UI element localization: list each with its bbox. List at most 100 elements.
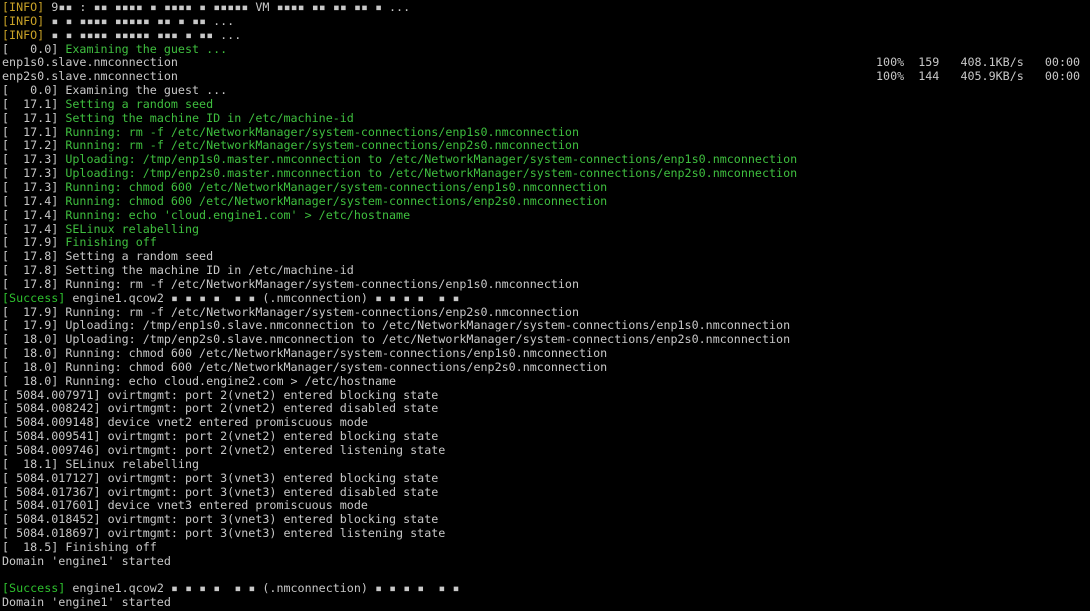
timestamp: [ 5084.009148] — [2, 415, 108, 430]
terminal-line: [ 17.9] Running: rm -f /etc/NetworkManag… — [2, 304, 1090, 320]
terminal-line: [INFO] 9▪▪ : ▪▪ ▪▪▪▪ ▪ ▪▪▪▪ ▪ ▪▪▪▪▪ VM ▪… — [2, 0, 1090, 15]
terminal-line: [ 17.4] Running: echo 'cloud.engine1.com… — [2, 207, 1090, 223]
log-message: Uploading: /tmp/enp2s0.slave.nmconnectio… — [65, 332, 791, 347]
terminal-line: [ 5084.008242] ovirtmgmt: port 2(vnet2) … — [2, 402, 1090, 416]
timestamp: [ 17.3] — [2, 166, 66, 181]
log-message: Uploading: /tmp/enp2s0.master.nmconnecti… — [65, 166, 798, 181]
log-message: device vnet2 entered promiscuous mode — [107, 415, 368, 430]
log-message: Finishing off — [65, 539, 157, 554]
timestamp: [ 17.1] — [2, 96, 66, 111]
timestamp: [ 5084.008242] — [2, 401, 108, 416]
terminal-line: [ 5084.009148] device vnet2 entered prom… — [2, 415, 1090, 430]
log-message: ovirtmgmt: port 3(vnet3) entered blockin… — [107, 470, 439, 485]
terminal-line: Domain 'engine1' started — [2, 595, 1090, 610]
log-message: enp2s0.slave.nmconnection — [2, 69, 178, 84]
terminal-line: [ 17.3] Running: chmod 600 /etc/NetworkM… — [2, 179, 1090, 195]
terminal-line: [Success] engine1.qcow2 ▪ ▪ ▪ ▪ ▪ ▪ (.nm… — [2, 582, 1090, 596]
log-message: engine1.qcow2 ▪ ▪ ▪ ▪ ▪ ▪ (.nmconnection… — [65, 290, 460, 305]
log-message: Setting the machine ID in /etc/machine-i… — [65, 110, 354, 125]
log-message: ovirtmgmt: port 3(vnet3) entered listeni… — [107, 526, 446, 541]
terminal-line: [ 17.9] Finishing off — [2, 235, 1090, 250]
timestamp: [ 17.8] — [2, 276, 66, 291]
log-message: ovirtmgmt: port 3(vnet3) entered blockin… — [107, 512, 439, 527]
terminal-line: [ 18.0] Uploading: /tmp/enp2s0.slave.nmc… — [2, 332, 1090, 347]
log-message: Examining the guest ... — [65, 83, 228, 98]
terminal-line: [INFO] ▪ ▪ ▪▪▪▪ ▪▪▪▪▪ ▪▪▪ ▪ ▪▪ ... — [2, 27, 1090, 43]
log-message: Running: rm -f /etc/NetworkManager/syste… — [65, 276, 580, 291]
terminal-line: [ 0.0] Examining the guest ... — [2, 83, 1090, 98]
terminal-line: [ 17.4] SELinux relabelling — [2, 221, 1090, 237]
log-message: ▪ ▪ ▪▪▪▪ ▪▪▪▪▪ ▪▪▪ ▪ ▪▪ ... — [44, 27, 242, 42]
terminal-line: enp1s0.slave.nmconnection 100% 159 408.1K… — [2, 55, 1090, 70]
timestamp: [ 18.5] — [2, 539, 66, 554]
log-message: Uploading: /tmp/enp1s0.master.nmconnecti… — [65, 152, 798, 167]
log-message: Examining the guest ... — [65, 41, 228, 56]
terminal-line: [ 18.0] Running: chmod 600 /etc/NetworkM… — [2, 359, 1090, 375]
log-message: Running: rm -f /etc/NetworkManager/syste… — [65, 138, 580, 153]
terminal-line: [ 17.8] Setting the machine ID in /etc/m… — [2, 263, 1090, 278]
log-message: ovirtmgmt: port 2(vnet2) entered listeni… — [107, 443, 446, 457]
terminal-line: Domain 'engine1' started — [2, 553, 1090, 569]
timestamp: [ 18.0] — [2, 359, 66, 374]
terminal-line: [ 18.1] SELinux relabelling — [2, 456, 1090, 472]
terminal-line: [ 17.1] Setting a random seed — [2, 96, 1090, 112]
log-message: Running: rm -f /etc/NetworkManager/syste… — [65, 304, 580, 319]
timestamp: [ 18.0] — [2, 332, 66, 347]
transfer-stats: 100% 159 408.1KB/s 00:00 — [876, 55, 1081, 70]
terminal-line: [ 17.9] Uploading: /tmp/enp1s0.slave.nmc… — [2, 318, 1090, 333]
info-tag: [INFO] — [2, 27, 45, 42]
log-message: Running: chmod 600 /etc/NetworkManager/s… — [65, 193, 608, 208]
terminal-line: [ 17.8] Running: rm -f /etc/NetworkManag… — [2, 276, 1090, 292]
log-message: Running: echo 'cloud.engine1.com' > /etc… — [65, 207, 411, 222]
timestamp: [ 17.9] — [2, 318, 66, 333]
terminal-line: [ 5084.017127] ovirtmgmt: port 3(vnet3) … — [2, 470, 1090, 486]
terminal-line: [ 17.3] Uploading: /tmp/enp2s0.master.nm… — [2, 166, 1090, 181]
log-message: Running: chmod 600 /etc/NetworkManager/s… — [65, 179, 608, 194]
timestamp: [ 17.2] — [2, 138, 66, 153]
timestamp: [ 0.0] — [2, 83, 66, 98]
timestamp: [ 5084.007971] — [2, 387, 108, 402]
timestamp: [ 5084.009541] — [2, 429, 108, 444]
terminal-line: [ 5084.017601] device vnet3 entered prom… — [2, 498, 1090, 513]
timestamp: [ 5084.009746] — [2, 443, 108, 457]
log-message: ▪ ▪ ▪▪▪▪ ▪▪▪▪▪ ▪▪ ▪ ▪▪ ... — [44, 13, 235, 28]
log-message: ovirtmgmt: port 2(vnet2) entered disable… — [107, 401, 439, 416]
log-message: Running: chmod 600 /etc/NetworkManager/s… — [65, 346, 608, 361]
log-message: Uploading: /tmp/enp1s0.slave.nmconnectio… — [65, 318, 791, 333]
success-tag: [Success] — [2, 581, 66, 596]
log-message: engine1.qcow2 ▪ ▪ ▪ ▪ ▪ ▪ (.nmconnection… — [65, 581, 460, 596]
log-message: Domain 'engine1' started — [2, 553, 171, 568]
timestamp: [ 17.8] — [2, 263, 66, 278]
terminal-line: [Success] engine1.qcow2 ▪ ▪ ▪ ▪ ▪ ▪ (.nm… — [2, 290, 1090, 306]
timestamp: [ 0.0] — [2, 41, 66, 56]
terminal-line: [INFO] ▪ ▪ ▪▪▪▪ ▪▪▪▪▪ ▪▪ ▪ ▪▪ ... — [2, 13, 1090, 29]
timestamp: [ 17.9] — [2, 304, 66, 319]
log-message: enp1s0.slave.nmconnection — [2, 55, 178, 70]
terminal-line: [ 17.1] Setting the machine ID in /etc/m… — [2, 110, 1090, 126]
timestamp: [ 5084.017127] — [2, 470, 108, 485]
log-message: SELinux relabelling — [65, 456, 200, 471]
timestamp: [ 17.8] — [2, 249, 66, 264]
log-message: SELinux relabelling — [65, 221, 200, 236]
terminal-line: [ 5084.017367] ovirtmgmt: port 3(vnet3) … — [2, 485, 1090, 500]
timestamp: [ 5084.018452] — [2, 512, 108, 527]
log-message: Running: echo cloud.engine2.com > /etc/h… — [65, 373, 397, 388]
timestamp: [ 17.3] — [2, 152, 66, 167]
terminal-line: [ 0.0] Examining the guest ... — [2, 41, 1090, 57]
timestamp: [ 17.4] — [2, 221, 66, 236]
log-message: device vnet3 entered promiscuous mode — [107, 498, 368, 513]
log-message: ovirtmgmt: port 2(vnet2) entered blockin… — [107, 429, 439, 444]
log-message: Setting a random seed — [65, 249, 214, 264]
timestamp: [ 18.0] — [2, 346, 66, 361]
terminal-window[interactable]: [INFO] 9▪▪ : ▪▪ ▪▪▪▪ ▪ ▪▪▪▪ ▪ ▪▪▪▪▪ VM ▪… — [0, 0, 1090, 611]
terminal-line: [ 17.3] Uploading: /tmp/enp1s0.master.nm… — [2, 152, 1090, 167]
terminal-line: [ 17.1] Running: rm -f /etc/NetworkManag… — [2, 124, 1090, 140]
log-message: Setting the machine ID in /etc/machine-i… — [65, 263, 354, 278]
log-message: 9▪▪ : ▪▪ ▪▪▪▪ ▪ ▪▪▪▪ ▪ ▪▪▪▪▪ VM ▪▪▪▪ ▪▪ … — [44, 0, 411, 14]
timestamp: [ 5084.018697] — [2, 526, 108, 541]
terminal-line: [ 18.0] Running: echo cloud.engine2.com … — [2, 373, 1090, 389]
timestamp: [ 5084.017601] — [2, 498, 108, 513]
terminal-line: [ 5084.009746] ovirtmgmt: port 2(vnet2) … — [2, 443, 1090, 458]
log-message: Running: rm -f /etc/NetworkManager/syste… — [65, 124, 580, 139]
terminal-line: [ 17.2] Running: rm -f /etc/NetworkManag… — [2, 139, 1090, 153]
